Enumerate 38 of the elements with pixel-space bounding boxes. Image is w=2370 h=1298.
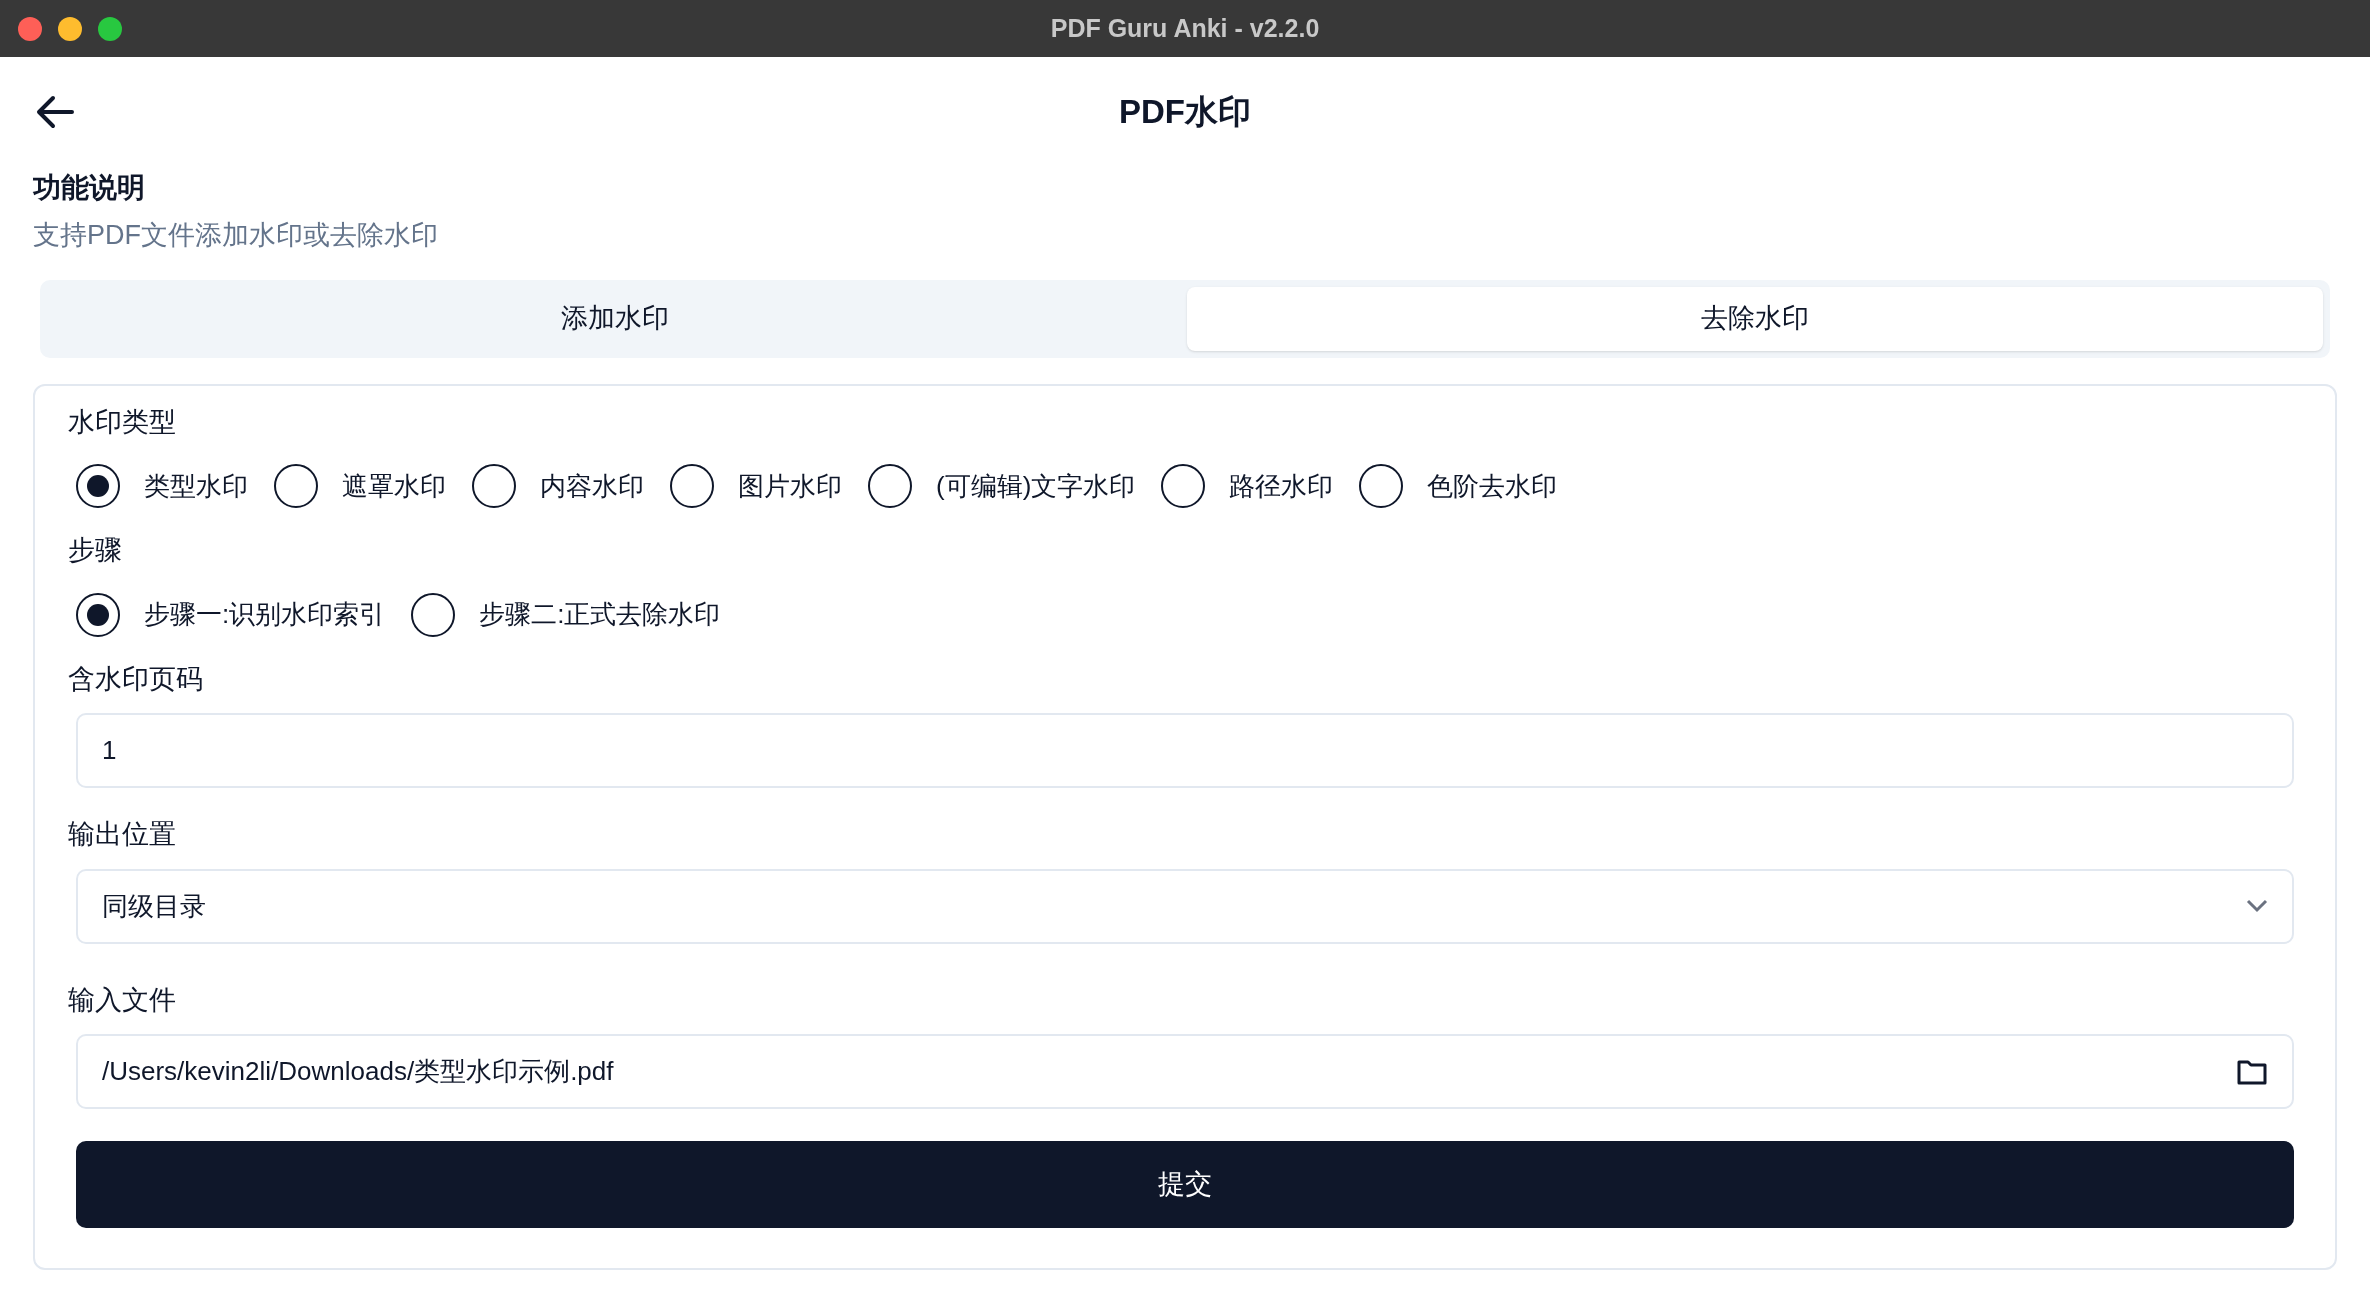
radio-label: 步骤一:识别水印索引 (144, 598, 386, 631)
radio-button[interactable] (670, 464, 714, 508)
radio-button[interactable] (1161, 464, 1206, 508)
back-arrow-icon[interactable] (36, 95, 74, 129)
chevron-down-icon (2246, 899, 2268, 913)
page-title: PDF水印 (1119, 92, 1251, 133)
select-field[interactable]: 同级目录 (76, 868, 2294, 944)
radio-label: 图片水印 (738, 469, 842, 503)
radio-label: 内容水印 (540, 469, 644, 503)
field-label: 输入文件 (68, 983, 177, 1017)
radio-label: (可编辑)文字水印 (936, 469, 1136, 503)
radio-button[interactable] (1359, 464, 1404, 508)
radio-label: 遮罩水印 (342, 469, 446, 503)
radio-button[interactable] (76, 592, 120, 637)
radio-button[interactable] (868, 464, 912, 508)
section-heading: 功能说明 (33, 171, 146, 205)
field-label: 水印类型 (68, 405, 177, 439)
field-label: 步骤 (68, 534, 123, 567)
field-label: 含水印页码 (68, 662, 204, 696)
radio-label: 类型水印 (144, 469, 248, 503)
radio-button[interactable] (76, 464, 120, 508)
radio-button[interactable] (411, 592, 456, 637)
tab[interactable]: 添加水印 (47, 286, 1183, 351)
radio-label: 步骤二:正式去除水印 (479, 598, 721, 631)
minimize-icon[interactable] (58, 16, 82, 41)
radio-label: 路径水印 (1229, 469, 1334, 503)
tab[interactable]: 去除水印 (1187, 286, 2323, 351)
submit-button[interactable]: 提交 (76, 1141, 2294, 1228)
radio-button[interactable] (274, 464, 318, 508)
description-text: 支持PDF文件添加水印或去除水印 (33, 219, 439, 252)
field-label: 输出位置 (68, 818, 177, 851)
radio-button[interactable] (472, 464, 516, 508)
maximize-icon[interactable] (98, 16, 122, 41)
input-field[interactable]: 1 (76, 713, 2294, 788)
radio-label: 色阶去水印 (1427, 469, 1558, 503)
window-title: PDF Guru Anki - v2.2.0 (1050, 12, 1320, 44)
close-icon[interactable] (18, 16, 42, 41)
file-field[interactable]: /Users/kevin2li/Downloads/类型水印示例.pdf (76, 1034, 2294, 1109)
